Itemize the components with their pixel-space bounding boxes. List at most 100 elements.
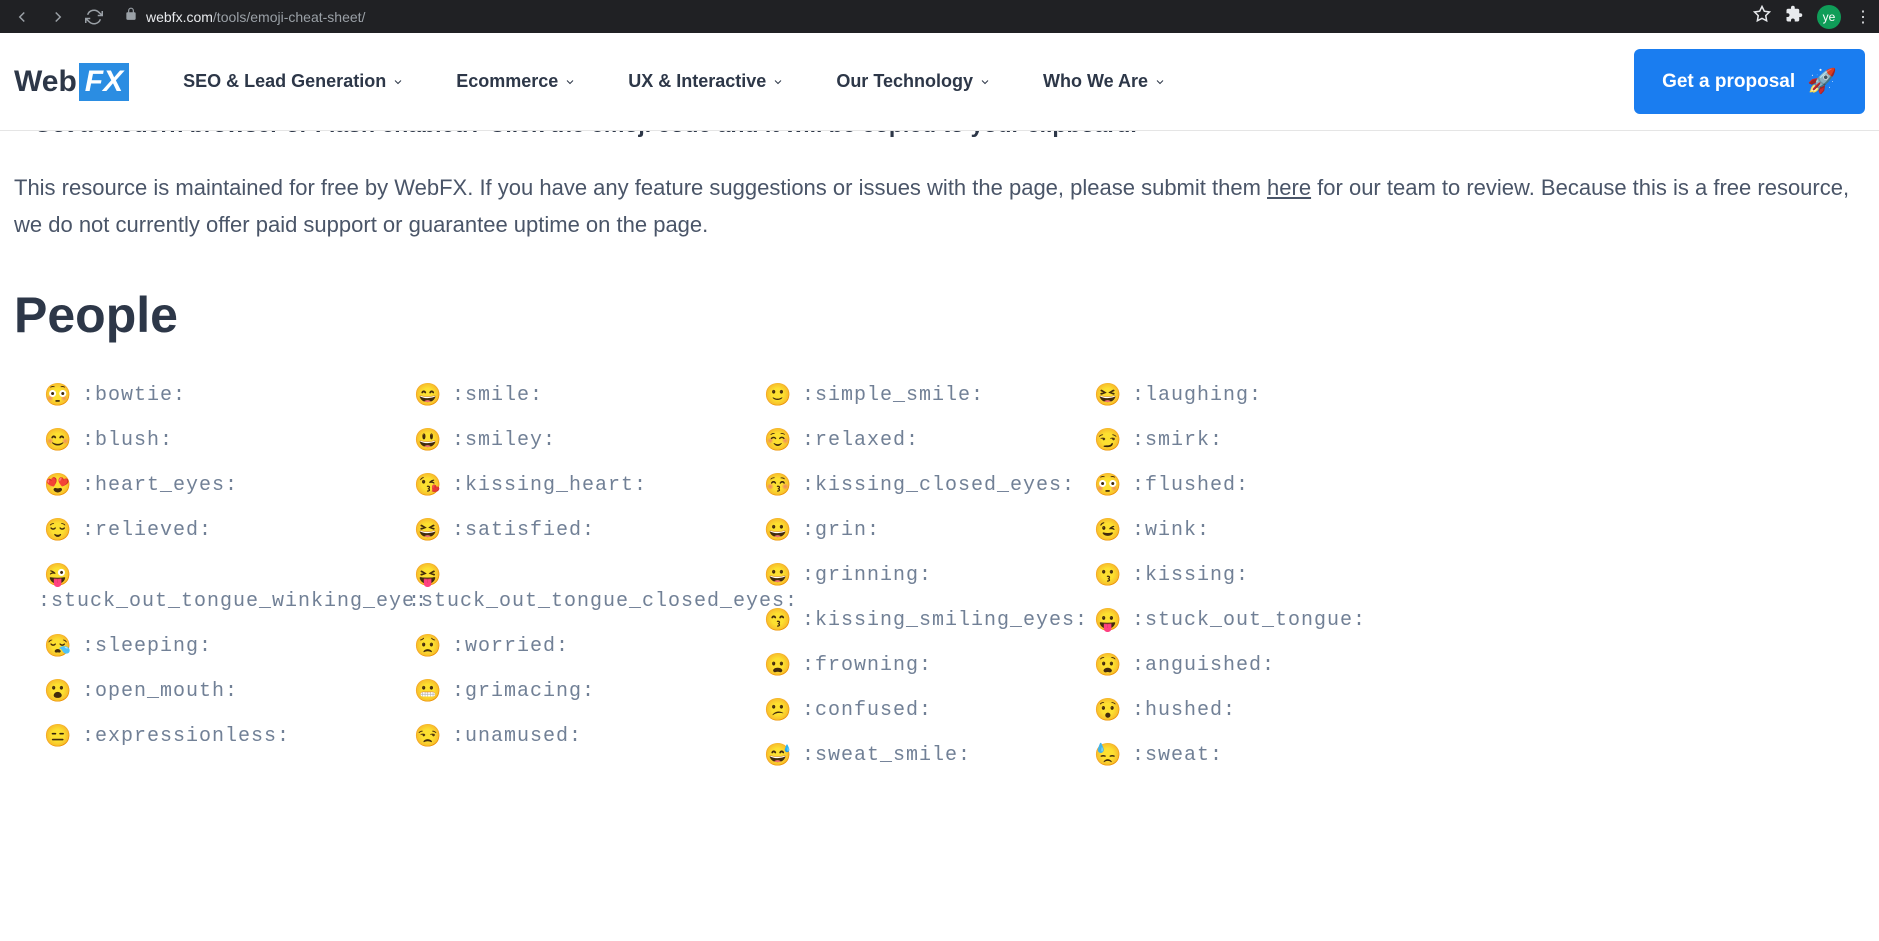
nav-item-ux[interactable]: UX & Interactive bbox=[628, 71, 784, 92]
emoji-code: :relieved: bbox=[82, 519, 212, 542]
emoji-glyph: 😙 bbox=[764, 609, 788, 631]
reload-button[interactable] bbox=[80, 3, 108, 31]
emoji-code: :flushed: bbox=[1132, 474, 1249, 497]
emoji-item[interactable]: 😄:smile: bbox=[414, 384, 764, 407]
intro-paragraph: This resource is maintained for free by … bbox=[14, 169, 1865, 244]
emoji-glyph: 😏 bbox=[1094, 429, 1118, 451]
emoji-code: :stuck_out_tongue_winking_eye: bbox=[38, 590, 428, 613]
emoji-item[interactable]: 😪:sleeping: bbox=[44, 635, 414, 658]
emoji-glyph: 🙂 bbox=[764, 384, 788, 406]
emoji-glyph: 😦 bbox=[764, 654, 788, 676]
emoji-code: :frowning: bbox=[802, 654, 932, 677]
emoji-item[interactable]: 😑:expressionless: bbox=[44, 725, 414, 748]
lock-icon bbox=[124, 7, 138, 26]
emoji-code: :hushed: bbox=[1132, 699, 1236, 722]
emoji-item[interactable]: 😧:anguished: bbox=[1094, 654, 1865, 677]
cta-proposal-button[interactable]: Get a proposal 🚀 bbox=[1634, 49, 1865, 114]
emoji-item[interactable]: 😕:confused: bbox=[764, 699, 1094, 722]
emoji-glyph: 😯 bbox=[1094, 699, 1118, 721]
emoji-glyph: 😅 bbox=[764, 744, 788, 766]
chevron-down-icon bbox=[1154, 76, 1166, 88]
emoji-glyph: 😚 bbox=[764, 474, 788, 496]
emoji-item[interactable]: 😮 :open_mouth: bbox=[44, 680, 414, 703]
logo-fx: FX bbox=[79, 63, 129, 101]
emoji-item[interactable]: 😦 :frowning: bbox=[764, 654, 1094, 677]
extensions-icon[interactable] bbox=[1785, 5, 1803, 28]
nav-item-technology[interactable]: Our Technology bbox=[836, 71, 991, 92]
emoji-item[interactable]: ☺️ :relaxed: bbox=[764, 429, 1094, 452]
emoji-glyph: 😬 bbox=[414, 680, 438, 702]
emoji-grid: 😳:bowtie: 😊:blush: 😍:heart_eyes: 😌 :relieved… bbox=[14, 384, 1865, 767]
emoji-glyph: 😘 bbox=[414, 474, 438, 496]
site-logo[interactable]: WebFX bbox=[14, 63, 129, 101]
emoji-code: :confused: bbox=[802, 699, 932, 722]
emoji-item[interactable]: 😉 :wink: bbox=[1094, 519, 1865, 542]
address-bar[interactable]: webfx.com/tools/emoji-cheat-sheet/ bbox=[116, 7, 1745, 26]
bookmark-icon[interactable] bbox=[1753, 5, 1771, 28]
emoji-glyph: ☺️ bbox=[764, 429, 788, 451]
forward-button[interactable] bbox=[44, 3, 72, 31]
emoji-item[interactable]: 😓 :sweat: bbox=[1094, 744, 1865, 767]
emoji-code: :grinning: bbox=[802, 564, 932, 587]
emoji-code: :expressionless: bbox=[82, 725, 290, 748]
emoji-item[interactable]: 🙂 :simple_smile: bbox=[764, 384, 1094, 407]
logo-web: Web bbox=[14, 65, 77, 99]
emoji-item[interactable]: 😀 :grinning: bbox=[764, 564, 1094, 587]
emoji-item[interactable]: 😳:flushed: bbox=[1094, 474, 1865, 497]
nav-item-about[interactable]: Who We Are bbox=[1043, 71, 1166, 92]
nav-item-seo[interactable]: SEO & Lead Generation bbox=[183, 71, 404, 92]
emoji-item[interactable]: 😃:smiley: bbox=[414, 429, 764, 452]
emoji-glyph: 😉 bbox=[1094, 519, 1118, 541]
here-link[interactable]: here bbox=[1267, 175, 1311, 200]
emoji-item[interactable]: 😟:worried: bbox=[414, 635, 764, 658]
emoji-glyph: 😗 bbox=[1094, 564, 1118, 586]
clipped-intro-line: > Got a modern browser or Flash enabled?… bbox=[14, 131, 1865, 147]
emoji-item[interactable]: 😒:unamused: bbox=[414, 725, 764, 748]
emoji-glyph: 😓 bbox=[1094, 744, 1118, 766]
emoji-item[interactable]: 😌 :relieved: bbox=[44, 519, 414, 542]
emoji-code: :smiley: bbox=[452, 429, 556, 452]
emoji-glyph: 😀 bbox=[764, 564, 788, 586]
emoji-glyph: 😧 bbox=[1094, 654, 1118, 676]
emoji-item[interactable]: 😳:bowtie: bbox=[44, 384, 414, 407]
emoji-code: :smile: bbox=[452, 384, 543, 407]
emoji-item[interactable]: 😚:kissing_closed_eyes: bbox=[764, 474, 1094, 497]
emoji-glyph: 😮 bbox=[44, 680, 68, 702]
emoji-item[interactable]: 😆:laughing: bbox=[1094, 384, 1865, 407]
more-menu-icon[interactable]: ⋮ bbox=[1855, 7, 1871, 27]
emoji-item[interactable]: 😊:blush: bbox=[44, 429, 414, 452]
emoji-item[interactable]: 😀 :grin: bbox=[764, 519, 1094, 542]
emoji-glyph: 😜 bbox=[44, 564, 68, 586]
emoji-item[interactable]: 😝:stuck_out_tongue_closed_eyes: bbox=[414, 564, 764, 613]
emoji-glyph: 😌 bbox=[44, 519, 68, 541]
emoji-item[interactable]: 😏 :smirk: bbox=[1094, 429, 1865, 452]
emoji-item[interactable]: 😘:kissing_heart: bbox=[414, 474, 764, 497]
profile-avatar[interactable]: ye bbox=[1817, 5, 1841, 29]
emoji-item[interactable]: 😜:stuck_out_tongue_winking_eye: bbox=[44, 564, 414, 613]
emoji-code: :wink: bbox=[1132, 519, 1210, 542]
emoji-code: :open_mouth: bbox=[82, 680, 238, 703]
emoji-code: :sweat: bbox=[1132, 744, 1223, 767]
emoji-item[interactable]: 😬:grimacing: bbox=[414, 680, 764, 703]
emoji-item[interactable]: 😍:heart_eyes: bbox=[44, 474, 414, 497]
emoji-glyph: 😀 bbox=[764, 519, 788, 541]
emoji-code: :sleeping: bbox=[82, 635, 212, 658]
emoji-code: :grin: bbox=[802, 519, 880, 542]
emoji-glyph: 😛 bbox=[1094, 609, 1118, 631]
emoji-item[interactable]: 😛:stuck_out_tongue: bbox=[1094, 609, 1865, 632]
chevron-down-icon bbox=[772, 76, 784, 88]
emoji-item[interactable]: 😅:sweat_smile: bbox=[764, 744, 1094, 767]
emoji-code: :relaxed: bbox=[802, 429, 919, 452]
nav-item-ecommerce[interactable]: Ecommerce bbox=[456, 71, 576, 92]
emoji-code: :smirk: bbox=[1132, 429, 1223, 452]
emoji-item[interactable]: 😯 :hushed: bbox=[1094, 699, 1865, 722]
chevron-down-icon bbox=[979, 76, 991, 88]
back-button[interactable] bbox=[8, 3, 36, 31]
emoji-code: :blush: bbox=[82, 429, 173, 452]
emoji-item[interactable]: 😆:satisfied: bbox=[414, 519, 764, 542]
emoji-glyph: 😆 bbox=[414, 519, 438, 541]
emoji-item[interactable]: 😗:kissing: bbox=[1094, 564, 1865, 587]
emoji-item[interactable]: 😙:kissing_smiling_eyes: bbox=[764, 609, 1094, 632]
emoji-code: :simple_smile: bbox=[802, 384, 984, 407]
emoji-code: :laughing: bbox=[1132, 384, 1262, 407]
